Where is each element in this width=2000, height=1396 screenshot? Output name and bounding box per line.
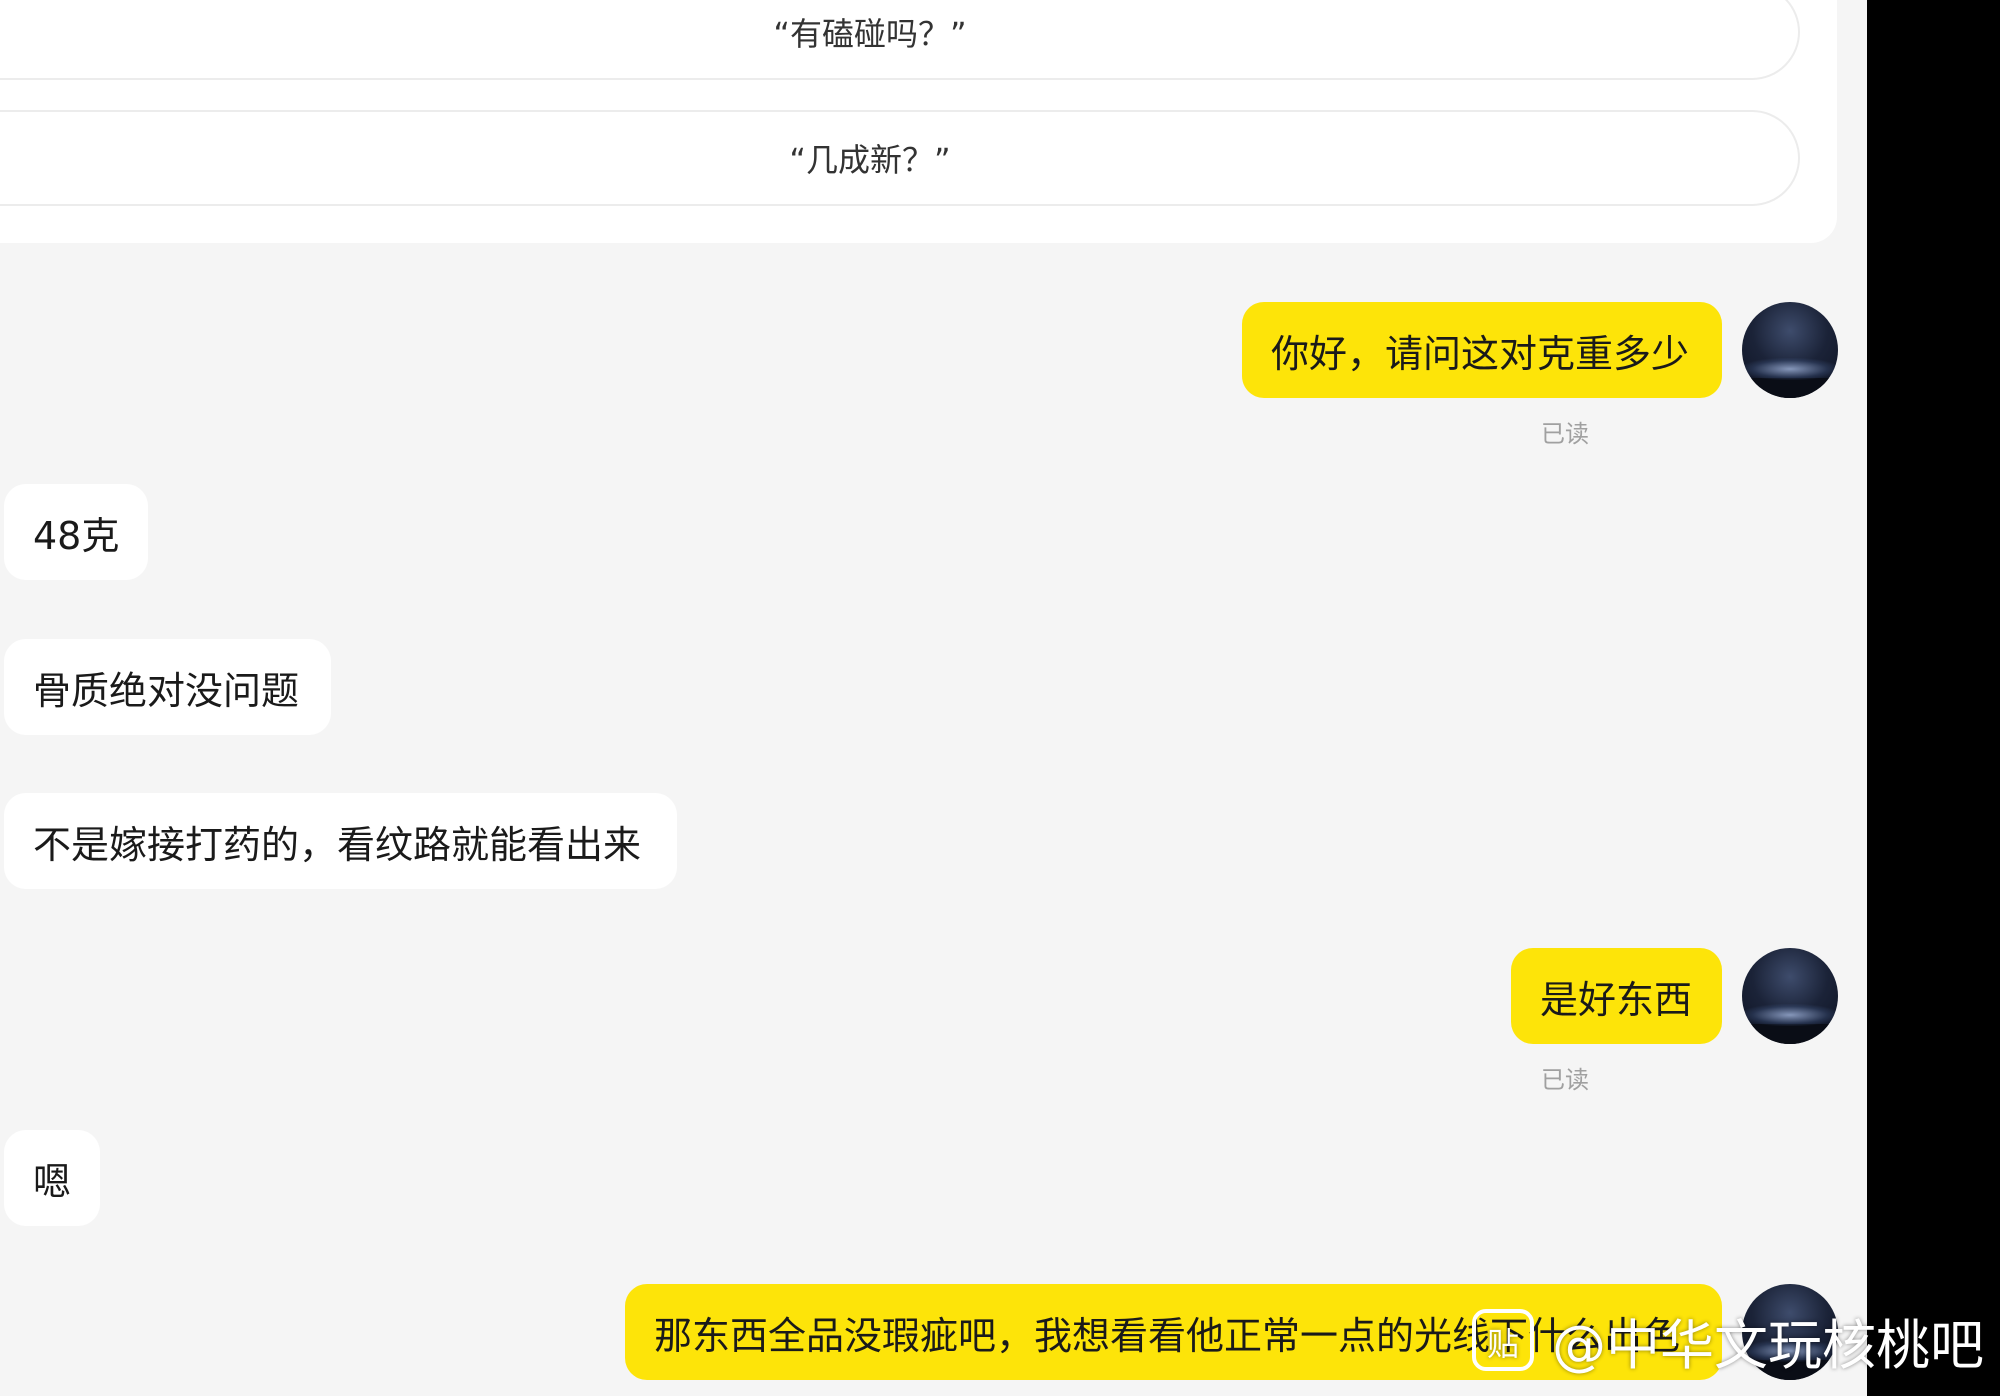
quick-question-label: “有磕碰吗？” bbox=[773, 15, 967, 53]
message-bubble-incoming[interactable]: 不是嫁接打药的，看纹路就能看出来 bbox=[4, 793, 677, 889]
screen-edge bbox=[1867, 0, 2000, 1396]
message-text: 是好东西 bbox=[1540, 977, 1693, 1022]
quick-question-label: “几成新？” bbox=[789, 141, 951, 179]
read-status: 已读 bbox=[1541, 1066, 1589, 1094]
message-text: 不是嫁接打药的，看纹路就能看出来 bbox=[33, 822, 642, 867]
watermark-text: @中华文玩核桃吧 bbox=[1552, 1313, 1984, 1377]
message-text: 48克 bbox=[33, 513, 120, 558]
message-bubble-incoming[interactable]: 骨质绝对没问题 bbox=[4, 639, 331, 735]
message-bubble-incoming[interactable]: 嗯 bbox=[4, 1130, 100, 1226]
message-text: 嗯 bbox=[33, 1159, 72, 1204]
read-status: 已读 bbox=[1541, 420, 1589, 448]
watermark: @中华文玩核桃吧 bbox=[1472, 1308, 1984, 1377]
message-bubble-incoming[interactable]: 48克 bbox=[4, 484, 148, 580]
message-bubble-outgoing[interactable]: 是好东西 bbox=[1511, 948, 1722, 1044]
tieba-icon bbox=[1472, 1309, 1534, 1371]
user-avatar[interactable] bbox=[1742, 302, 1838, 398]
message-text: 骨质绝对没问题 bbox=[33, 668, 300, 713]
message-text: 你好，请问这对克重多少 bbox=[1271, 331, 1690, 376]
quick-question-damage[interactable]: “有磕碰吗？” bbox=[0, 0, 1800, 80]
chat-area: “有磕碰吗？” “几成新？” 你好，请问这对克重多少 已读 48克 骨质绝对没问… bbox=[0, 0, 1867, 1396]
user-avatar[interactable] bbox=[1742, 948, 1838, 1044]
message-bubble-outgoing[interactable]: 你好，请问这对克重多少 bbox=[1242, 302, 1722, 398]
quick-question-condition[interactable]: “几成新？” bbox=[0, 110, 1800, 206]
